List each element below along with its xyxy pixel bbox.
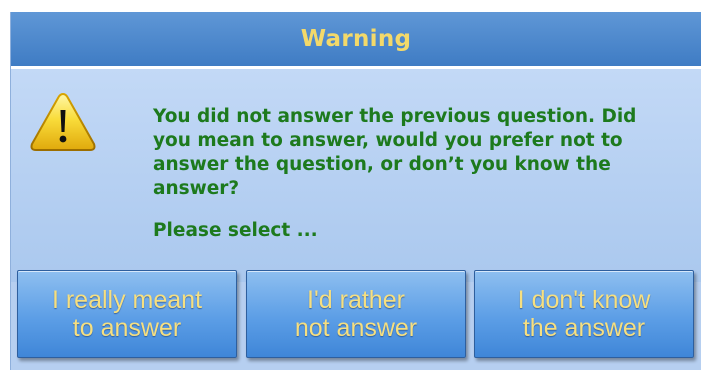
select-prompt: Please select ... bbox=[153, 220, 318, 241]
meant-to-answer-label: I really meant to answer bbox=[51, 286, 203, 342]
dialog-title-bar: Warning bbox=[11, 12, 701, 69]
rather-not-answer-label: I'd rather not answer bbox=[294, 286, 418, 342]
meant-to-answer-button[interactable]: I really meant to answer bbox=[17, 270, 237, 358]
dont-know-answer-button[interactable]: I don't know the answer bbox=[474, 270, 694, 358]
rather-not-answer-button[interactable]: I'd rather not answer bbox=[246, 270, 466, 358]
dialog-title: Warning bbox=[300, 26, 412, 52]
dont-know-answer-label: I don't know the answer bbox=[517, 286, 651, 342]
warning-icon bbox=[30, 92, 96, 151]
warning-message: You did not answer the previous question… bbox=[153, 106, 637, 199]
